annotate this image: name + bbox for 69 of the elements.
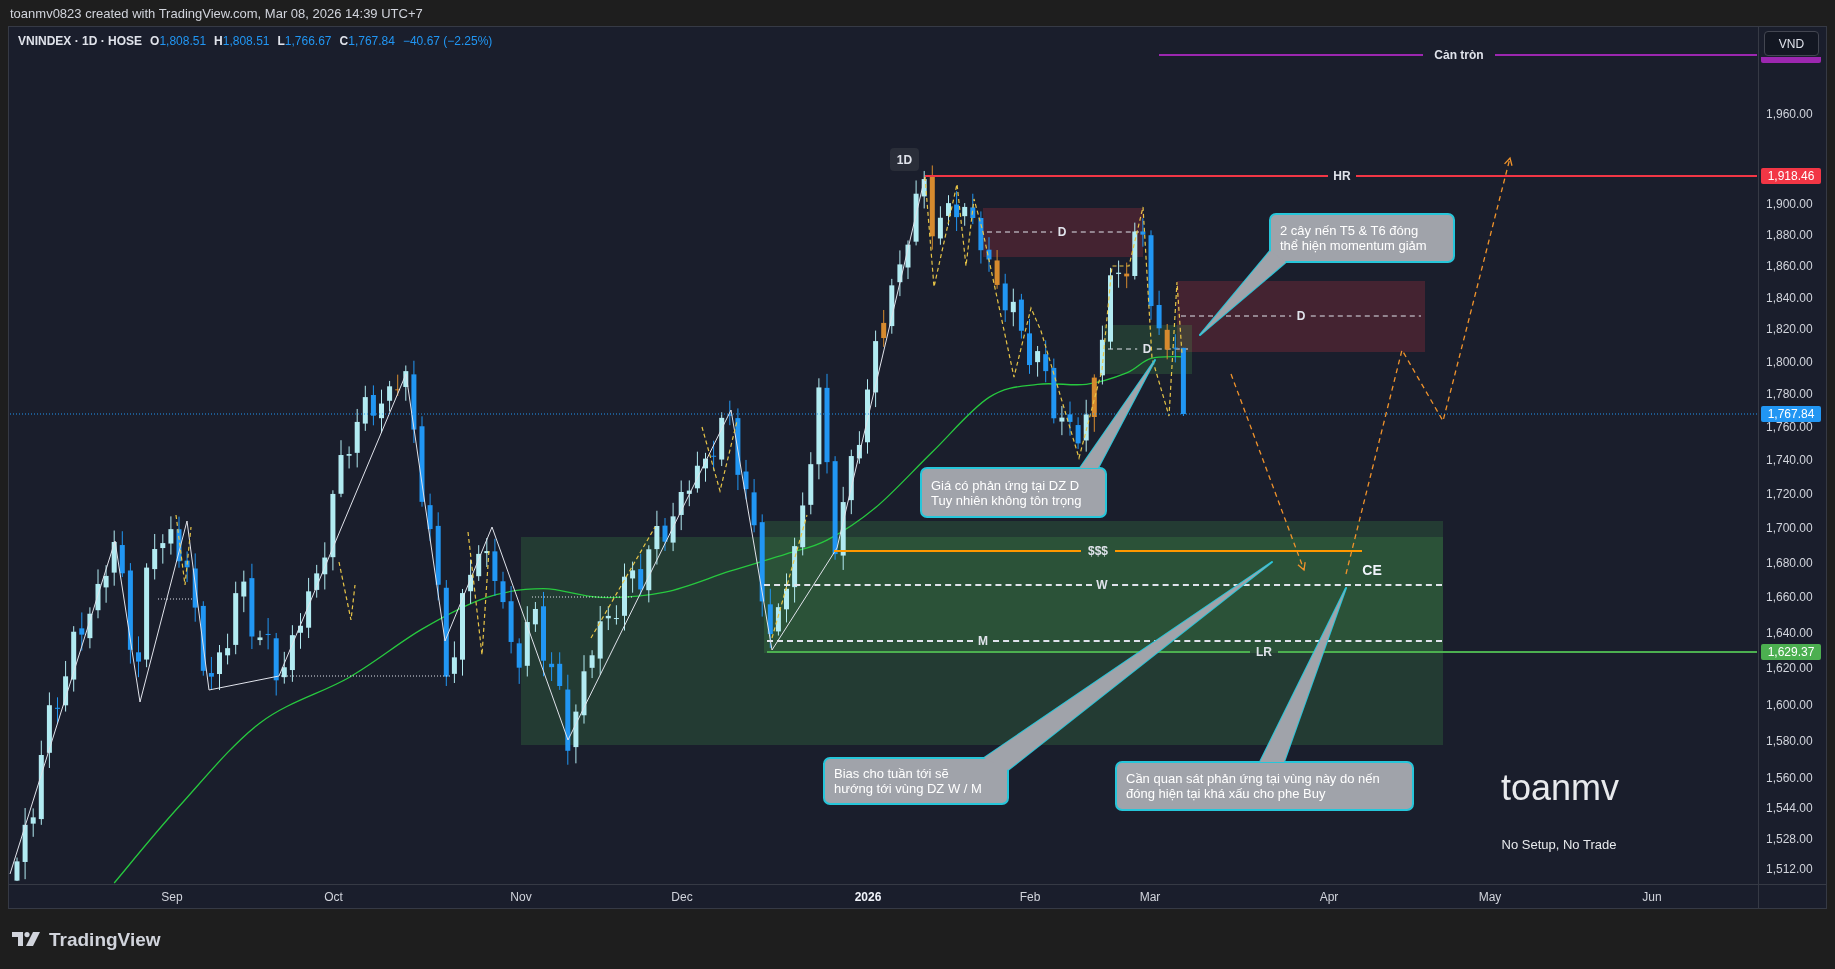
symbol-title: VNINDEX · 1D · HOSE	[18, 35, 143, 47]
level-label: LR	[1256, 646, 1272, 658]
ohlc-label: O	[150, 35, 160, 47]
price-tag: 1,629.37	[1761, 643, 1821, 660]
price-axis-label: 1,860.00	[1766, 260, 1813, 273]
time-axis-label: 2026	[854, 891, 882, 903]
callout-text: Cần quan sát phản ứng tại vùng này do nến đóng hiện tại khá xấu cho phe Buy	[1126, 771, 1380, 801]
time-axis-label: Oct	[324, 891, 343, 903]
price-axis-label: 1,900.00	[1766, 198, 1813, 211]
price-axis-label: 1,960.00	[1766, 107, 1813, 120]
tagline-text: No Setup, No Trade	[1501, 837, 1617, 851]
time-axis-label: Feb	[1019, 891, 1041, 903]
zone-label: D	[1057, 226, 1067, 238]
brand-name: TradingView	[49, 929, 161, 949]
price-axis-label: 1,820.00	[1766, 323, 1813, 336]
level-label: HR	[1333, 170, 1351, 182]
price-axis-label: 1,880.00	[1766, 228, 1813, 241]
ohlc-label: C	[339, 35, 349, 47]
price-axis-label: 1,680.00	[1766, 556, 1813, 569]
signature-text: toanmv	[1500, 770, 1620, 806]
level-label: M	[978, 635, 988, 647]
price-axis-label: 1,512.00	[1766, 863, 1813, 876]
dashed-zigzag-line	[338, 561, 356, 621]
time-axis-label: Mar	[1139, 891, 1161, 903]
price-axis-label: 1,620.00	[1766, 662, 1813, 675]
price-axis-label: 1,800.00	[1766, 355, 1813, 368]
callout-text: Giá có phản ứng tại DZ D Tuy nhiên không tôn trọng	[931, 477, 1082, 508]
time-axis-label: May	[1478, 891, 1502, 903]
chart-label: CE	[1362, 563, 1382, 577]
ohlc-value: 1,808.51	[222, 35, 270, 47]
callout-text: 2 cây nến T5 & T6 đóng thể hiện momentum giảm	[1280, 223, 1427, 253]
price-axis-label: 1,580.00	[1766, 735, 1813, 748]
price-axis-label: 1,780.00	[1766, 388, 1813, 401]
interval-tag: 1D	[890, 148, 919, 171]
price-axis-label: 1,660.00	[1766, 591, 1813, 604]
price-axis-label: 1,840.00	[1766, 291, 1813, 304]
price-axis-label: 1,640.00	[1766, 626, 1813, 639]
ohlc-value: 1,766.67	[284, 35, 332, 47]
time-axis-label: Apr	[1319, 891, 1339, 903]
price-axis-label: 1,700.00	[1766, 522, 1813, 535]
ohlc-label: H	[214, 35, 223, 47]
price-tag: 1,918.46	[1761, 167, 1821, 184]
price-tag: 1,767.84	[1761, 406, 1821, 423]
ohlc-value: 1,767.84	[348, 35, 395, 47]
level-label: $$$	[1088, 545, 1108, 557]
time-axis-label: Nov	[510, 891, 532, 903]
ohlc-value: 1,808.51	[159, 35, 207, 47]
price-axis-label: 1,528.00	[1766, 832, 1813, 845]
level-label: W	[1096, 579, 1108, 591]
ohlc-label: L	[277, 35, 285, 47]
time-axis-label: Jun	[1642, 891, 1662, 903]
time-axis-label: Sep	[161, 891, 183, 903]
time-axis-label: Dec	[671, 891, 693, 903]
currency-button[interactable]: VND	[1764, 31, 1819, 56]
price-axis-label: 1,760.00	[1766, 421, 1813, 433]
price-axis-label: 1,600.00	[1766, 698, 1813, 711]
snapshot-caption: toanmv0823 created with TradingView.com, Mar 08, 2026 14:39 UTC+7	[10, 6, 423, 20]
zone-label: D	[1296, 310, 1306, 322]
level-label: Cản tròn	[1434, 49, 1484, 61]
price-axis-label: 1,720.00	[1766, 488, 1813, 500]
callout-text: Bias cho tuần tới sẽ hướng tới vùng DZ W / M	[834, 766, 982, 796]
price-change: −40.67 (−2.25%)	[402, 35, 493, 47]
price-axis-label: 1,740.00	[1766, 454, 1813, 467]
dotted-level-line	[157, 598, 194, 600]
logo-icon	[12, 931, 42, 947]
price-axis-label: 1,544.00	[1766, 802, 1813, 815]
dashed-zigzag-line	[175, 514, 192, 586]
price-axis-label: 1,560.00	[1766, 772, 1813, 785]
zone-label: D	[1142, 343, 1152, 355]
